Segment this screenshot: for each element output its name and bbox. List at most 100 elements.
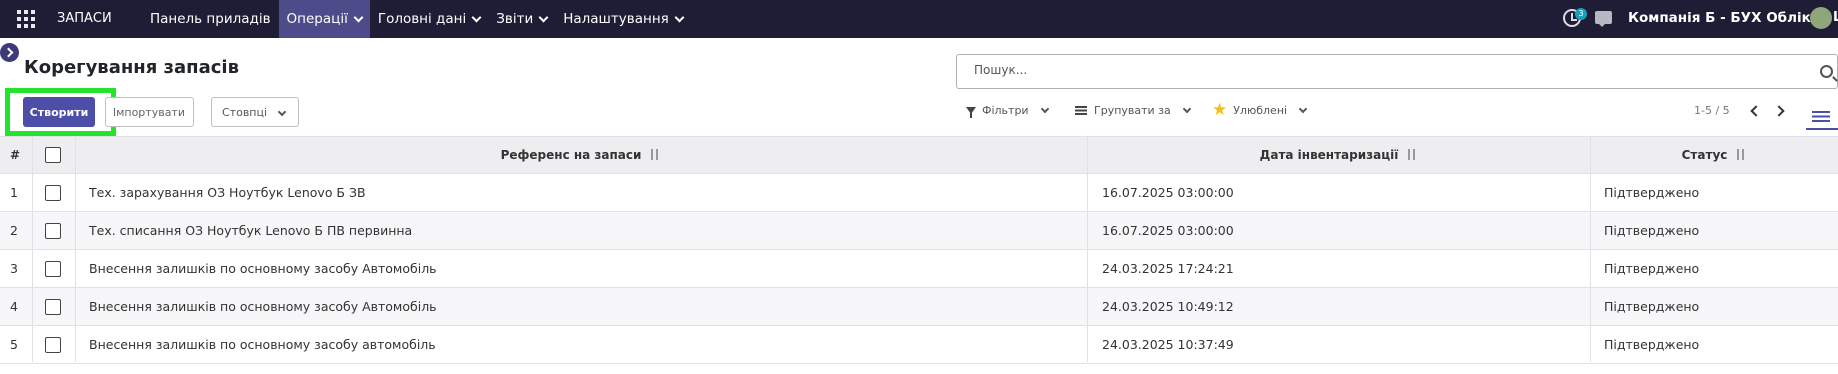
- menu-item-reports[interactable]: Звіти: [488, 0, 555, 38]
- header-reference[interactable]: Референс на запаси: [75, 137, 1087, 173]
- chevron-down-icon: [1182, 104, 1192, 113]
- menu-item-dashboard[interactable]: Панель приладів: [142, 0, 279, 38]
- row-status: Підтверджено: [1604, 337, 1700, 352]
- menu-item-label: Налаштування: [563, 11, 669, 27]
- chevron-left-icon[interactable]: [1750, 105, 1762, 117]
- columns-label: Стовпці: [222, 105, 268, 119]
- header-select-all: [45, 137, 61, 173]
- row-checkbox-cell: [45, 326, 61, 363]
- row-status: Підтверджено: [1604, 223, 1700, 238]
- table-header: # Референс на запаси Дата інвентаризації…: [0, 136, 1838, 174]
- main-menu: Панель приладів Операції Головні дані Зв…: [142, 0, 691, 38]
- user-initial: Ц: [1833, 10, 1838, 25]
- menu-item-label: Панель приладів: [150, 11, 271, 27]
- sort-icon: [651, 149, 661, 161]
- header-date[interactable]: Дата інвентаризації: [1088, 137, 1590, 173]
- row-index: 3: [10, 261, 18, 276]
- chevron-down-icon: [538, 12, 549, 22]
- row-checkbox[interactable]: [45, 336, 61, 353]
- row-index: 1: [10, 185, 18, 200]
- table-row[interactable]: 3 Внесення залишків по основному засобу …: [0, 250, 1838, 288]
- apps-grid-icon[interactable]: [17, 10, 35, 28]
- header-label: Дата інвентаризації: [1259, 148, 1399, 162]
- favorites-label: Улюблені: [1233, 104, 1288, 117]
- menu-item-label: Головні дані: [377, 11, 467, 27]
- column-divider: [1590, 136, 1591, 362]
- row-checkbox-cell: [45, 288, 61, 325]
- import-button[interactable]: Імпортувати: [105, 97, 194, 127]
- top-navbar: ЗАПАСИ Панель приладів Операції Головні …: [0, 0, 1838, 38]
- group-by-label: Групувати за: [1094, 104, 1171, 117]
- group-by-icon: [1075, 106, 1087, 115]
- menu-item-operations[interactable]: Операції: [278, 0, 370, 38]
- select-all-checkbox[interactable]: [45, 147, 61, 163]
- header-label: Референс на запаси: [500, 148, 642, 162]
- company-name: Компанія Б - БУХ Облік: [1628, 10, 1811, 26]
- create-button[interactable]: Створити: [23, 97, 95, 127]
- messages-icon[interactable]: [1595, 11, 1612, 27]
- menu-item-label: Звіти: [496, 11, 534, 27]
- activity-count-badge: 3: [1575, 8, 1587, 20]
- chevron-right-icon[interactable]: [1773, 105, 1785, 117]
- group-by-dropdown[interactable]: Групувати за: [1075, 104, 1192, 117]
- chevron-down-icon: [674, 12, 685, 22]
- row-reference: Тех. списання ОЗ Ноутбук Lenovo Б ПВ пер…: [89, 223, 413, 238]
- columns-button[interactable]: Стовпці: [211, 97, 299, 127]
- filters-label: Фільтри: [982, 104, 1029, 117]
- table-row[interactable]: 2 Тех. списання ОЗ Ноутбук Lenovo Б ПВ п…: [0, 212, 1838, 250]
- row-date: 24.03.2025 17:24:21: [1102, 261, 1234, 276]
- row-checkbox[interactable]: [45, 184, 61, 201]
- search-box: [956, 54, 1838, 89]
- filters-dropdown[interactable]: Фільтри: [966, 104, 1049, 118]
- search-input[interactable]: [974, 63, 1774, 77]
- table-row[interactable]: 5 Внесення залишків по основному засобу …: [0, 326, 1838, 364]
- chevron-down-icon: [277, 107, 287, 117]
- pager-value[interactable]: 1-5 / 5: [1694, 104, 1730, 117]
- sort-icon: [1737, 149, 1747, 161]
- row-status: Підтверджено: [1604, 185, 1700, 200]
- row-date: 16.07.2025 03:00:00: [1102, 185, 1234, 200]
- row-date: 24.03.2025 10:37:49: [1102, 337, 1234, 352]
- app-name[interactable]: ЗАПАСИ: [57, 11, 112, 26]
- column-divider: [75, 136, 76, 362]
- header-label: Статус: [1681, 148, 1728, 162]
- chevron-down-icon: [1040, 104, 1049, 113]
- table-row[interactable]: 1 Тех. зарахування ОЗ Ноутбук Lenovo Б З…: [0, 174, 1838, 212]
- company-switcher[interactable]: Компанія Б - БУХ Облік: [1628, 10, 1829, 26]
- row-checkbox-cell: [45, 212, 61, 249]
- row-index: 2: [10, 223, 18, 238]
- sidebar-toggle-icon[interactable]: [0, 43, 19, 62]
- page-title: Корегування запасів: [24, 57, 239, 78]
- chevron-down-icon: [1298, 104, 1308, 113]
- row-checkbox[interactable]: [45, 222, 61, 239]
- menu-item-master-data[interactable]: Головні дані: [370, 0, 488, 38]
- menu-item-label: Операції: [286, 11, 348, 27]
- column-divider: [1087, 136, 1088, 362]
- header-status[interactable]: Статус: [1591, 137, 1838, 173]
- header-index: #: [10, 148, 21, 162]
- filter-icon: [966, 107, 976, 118]
- column-divider: [32, 136, 33, 362]
- row-date: 24.03.2025 10:49:12: [1102, 299, 1234, 314]
- favorites-dropdown[interactable]: ★ Улюблені: [1212, 100, 1308, 120]
- row-reference: Тех. зарахування ОЗ Ноутбук Lenovo Б ЗВ: [89, 185, 366, 200]
- row-reference: Внесення залишків по основному засобу Ав…: [89, 261, 437, 276]
- row-checkbox[interactable]: [45, 298, 61, 315]
- star-icon: ★: [1212, 100, 1228, 120]
- list-view-icon[interactable]: [1812, 111, 1830, 122]
- row-reference: Внесення залишків по основному засобу ав…: [89, 337, 436, 352]
- row-checkbox-cell: [45, 250, 61, 287]
- search-icon[interactable]: [1820, 65, 1833, 78]
- menu-item-settings[interactable]: Налаштування: [555, 0, 691, 38]
- row-status: Підтверджено: [1604, 299, 1700, 314]
- row-date: 16.07.2025 03:00:00: [1102, 223, 1234, 238]
- row-checkbox-cell: [45, 174, 61, 211]
- row-checkbox[interactable]: [45, 260, 61, 277]
- chevron-down-icon: [471, 12, 482, 22]
- table-row[interactable]: 4 Внесення залишків по основному засобу …: [0, 288, 1838, 326]
- sort-icon: [1408, 149, 1418, 161]
- user-avatar[interactable]: [1810, 7, 1832, 29]
- active-view-indicator: [1806, 128, 1838, 130]
- chevron-down-icon: [353, 12, 364, 22]
- row-reference: Внесення залишків по основному засобу Ав…: [89, 299, 437, 314]
